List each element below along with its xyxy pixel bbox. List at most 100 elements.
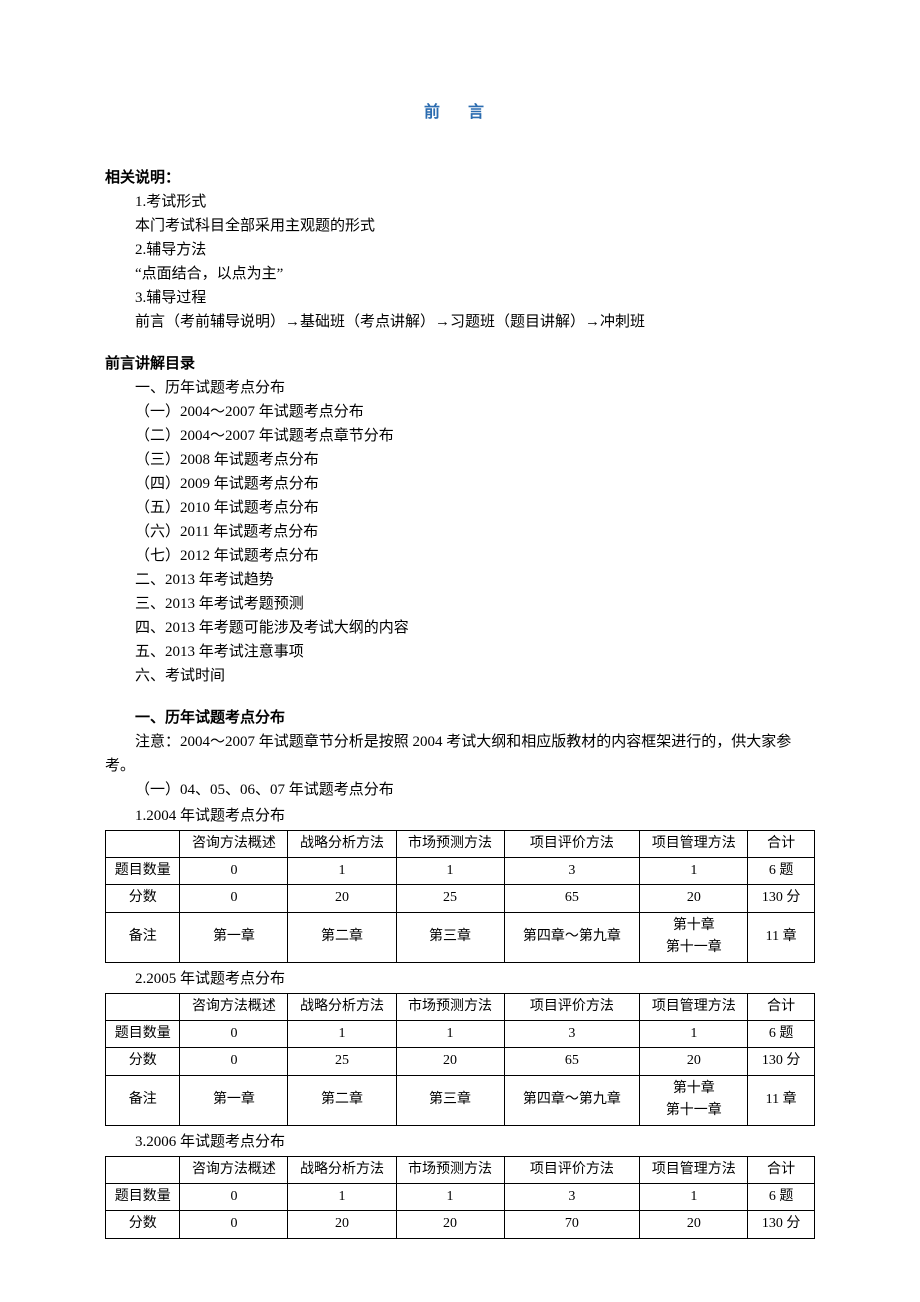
cell: 25 [288,1048,396,1075]
cell: 1 [396,1020,504,1047]
cell: 20 [640,1211,748,1238]
table-2004: 咨询方法概述 战略分析方法 市场预测方法 项目评价方法 项目管理方法 合计 题目… [105,830,815,963]
cell: 1 [396,857,504,884]
row-label: 分数 [106,1211,180,1238]
cell: 第一章 [180,1075,288,1125]
table-header: 市场预测方法 [396,830,504,857]
toc-item: 三、2013 年考试考题预测 [105,592,815,616]
cell: 第十章第十一章 [640,1075,748,1125]
table-caption-2004: 1.2004 年试题考点分布 [105,804,815,828]
cell: 1 [288,1183,396,1210]
table-row: 题目数量 0 1 1 3 1 6 题 [106,1183,815,1210]
row-label: 备注 [106,1075,180,1125]
row-label: 题目数量 [106,1183,180,1210]
text-line: 2.辅导方法 [105,238,815,262]
cell: 第三章 [396,912,504,962]
row-label: 题目数量 [106,1020,180,1047]
table-header: 合计 [748,993,815,1020]
table-header [106,1156,180,1183]
cell: 130 分 [748,1048,815,1075]
table-header: 市场预测方法 [396,993,504,1020]
table-header: 咨询方法概述 [180,1156,288,1183]
cell: 6 题 [748,857,815,884]
cell: 3 [504,1020,640,1047]
toc-item: （一）2004～2007 年试题考点分布 [105,400,815,424]
row-label: 分数 [106,1048,180,1075]
table-row: 咨询方法概述 战略分析方法 市场预测方法 项目评价方法 项目管理方法 合计 [106,1156,815,1183]
table-header: 项目管理方法 [640,1156,748,1183]
table-caption-2005: 2.2005 年试题考点分布 [105,967,815,991]
cell: 1 [640,1020,748,1047]
cell: 130 分 [748,885,815,912]
cell: 0 [180,1020,288,1047]
table-row: 备注 第一章 第二章 第三章 第四章～第九章 第十章第十一章 11 章 [106,912,815,962]
table-header: 战略分析方法 [288,1156,396,1183]
table-header [106,993,180,1020]
cell: 1 [640,857,748,884]
page-title: 前 言 [105,100,815,126]
row-label: 备注 [106,912,180,962]
cell: 130 分 [748,1211,815,1238]
table-row: 分数 0 20 25 65 20 130 分 [106,885,815,912]
table-header [106,830,180,857]
table-row: 分数 0 20 20 70 20 130 分 [106,1211,815,1238]
cell: 1 [396,1183,504,1210]
text-line: 本门考试科目全部采用主观题的形式 [105,214,815,238]
cell: 6 题 [748,1020,815,1047]
table-row: 题目数量 0 1 1 3 1 6 题 [106,1020,815,1047]
cell: 第十章第十一章 [640,912,748,962]
toc-item: 二、2013 年考试趋势 [105,568,815,592]
cell: 第四章～第九章 [504,912,640,962]
cell: 0 [180,885,288,912]
table-header: 项目管理方法 [640,993,748,1020]
cell: 11 章 [748,1075,815,1125]
toc-item: 四、2013 年考题可能涉及考试大纲的内容 [105,616,815,640]
cell: 25 [396,885,504,912]
text-line: 1.考试形式 [105,190,815,214]
table-header: 合计 [748,1156,815,1183]
table-header: 项目评价方法 [504,830,640,857]
toc-item: 六、考试时间 [105,664,815,688]
toc-item: （六）2011 年试题考点分布 [105,520,815,544]
cell: 20 [640,885,748,912]
table-header: 咨询方法概述 [180,993,288,1020]
cell: 6 题 [748,1183,815,1210]
section-toc: 前言讲解目录 一、历年试题考点分布 （一）2004～2007 年试题考点分布 （… [105,352,815,688]
toc-item: （三）2008 年试题考点分布 [105,448,815,472]
text-line: “点面结合，以点为主” [105,262,815,286]
cell: 3 [504,1183,640,1210]
table-header: 项目评价方法 [504,993,640,1020]
cell: 第二章 [288,1075,396,1125]
toc-item: （四）2009 年试题考点分布 [105,472,815,496]
cell: 20 [640,1048,748,1075]
table-2006: 咨询方法概述 战略分析方法 市场预测方法 项目评价方法 项目管理方法 合计 题目… [105,1156,815,1239]
text-line: 3.辅导过程 [105,286,815,310]
cell: 第四章～第九章 [504,1075,640,1125]
text-line: 前言（考前辅导说明）→基础班（考点讲解）→习题班（题目讲解）→冲刺班 [105,310,815,334]
table-row: 咨询方法概述 战略分析方法 市场预测方法 项目评价方法 项目管理方法 合计 [106,830,815,857]
table-header: 项目管理方法 [640,830,748,857]
heading-toc: 前言讲解目录 [105,352,815,376]
toc-item: （七）2012 年试题考点分布 [105,544,815,568]
cell: 1 [288,857,396,884]
cell: 70 [504,1211,640,1238]
heading-related: 相关说明： [105,166,815,190]
toc-item: （二）2004～2007 年试题考点章节分布 [105,424,815,448]
section-related-notes: 相关说明： 1.考试形式 本门考试科目全部采用主观题的形式 2.辅导方法 “点面… [105,166,815,334]
section-history: 一、历年试题考点分布 注意：2004～2007 年试题章节分析是按照 2004 … [105,706,815,1239]
table-row: 备注 第一章 第二章 第三章 第四章～第九章 第十章第十一章 11 章 [106,1075,815,1125]
table-header: 战略分析方法 [288,993,396,1020]
toc-item: 五、2013 年考试注意事项 [105,640,815,664]
sub-heading: （一）04、05、06、07 年试题考点分布 [105,778,815,802]
cell: 20 [288,885,396,912]
table-header: 合计 [748,830,815,857]
table-header: 项目评价方法 [504,1156,640,1183]
toc-item: 一、历年试题考点分布 [105,376,815,400]
cell: 1 [640,1183,748,1210]
row-label: 题目数量 [106,857,180,884]
cell: 0 [180,1048,288,1075]
cell: 65 [504,885,640,912]
table-row: 咨询方法概述 战略分析方法 市场预测方法 项目评价方法 项目管理方法 合计 [106,993,815,1020]
cell: 1 [288,1020,396,1047]
cell: 0 [180,857,288,884]
